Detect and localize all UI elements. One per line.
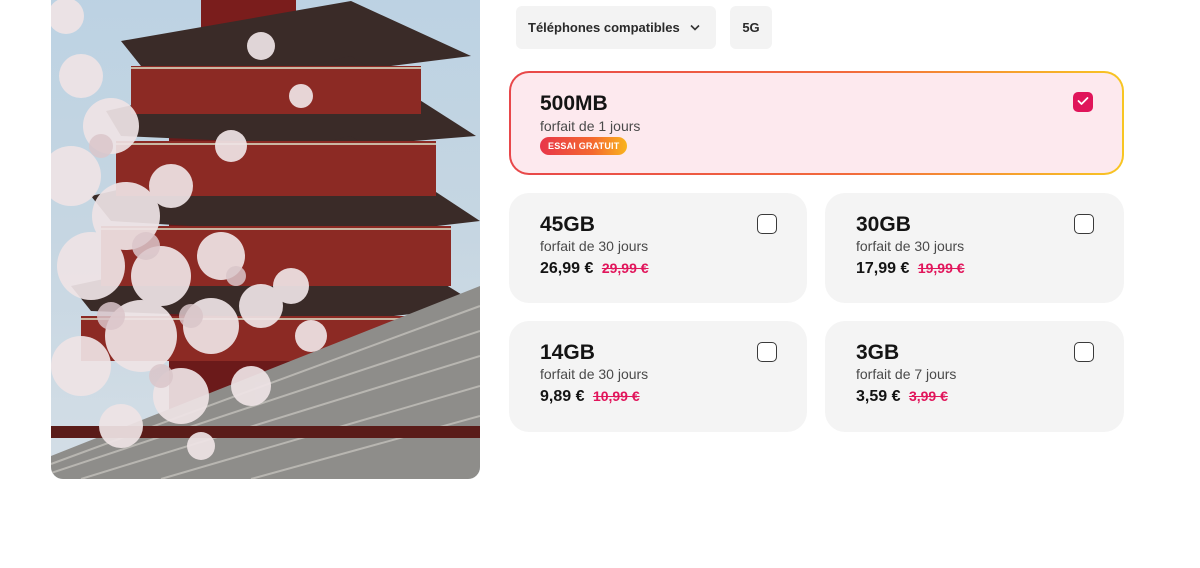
- plan-duration: forfait de 30 jours: [540, 238, 649, 254]
- plan-data-amount: 3GB: [856, 341, 900, 364]
- plan-checkbox-3gb[interactable]: [1074, 342, 1094, 362]
- plan-duration: forfait de 30 jours: [856, 238, 965, 254]
- free-trial-badge: ESSAI GRATUIT: [540, 137, 628, 155]
- checkmark-icon: [1077, 93, 1089, 111]
- plan-card-3gb[interactable]: 3GB forfait de 7 jours 3,59 € 3,99 €: [825, 321, 1124, 432]
- plan-old-price: 19,99 €: [917, 260, 965, 276]
- network-5g-chip[interactable]: 5G: [730, 6, 772, 49]
- destination-photo: [51, 0, 480, 479]
- plan-current-price: 3,59 €: [856, 388, 901, 405]
- plan-data-amount: 14GB: [540, 341, 595, 364]
- plan-old-price: 10,99 €: [592, 388, 640, 404]
- plans-page: Téléphones compatibles 5G 500MB forfait …: [0, 0, 1200, 568]
- plan-current-price: 9,89 €: [540, 388, 585, 405]
- plan-card-30gb[interactable]: 30GB forfait de 30 jours 17,99 € 19,99 €: [825, 193, 1124, 303]
- compatible-phones-dropdown[interactable]: Téléphones compatibles: [516, 6, 716, 49]
- plan-data-amount: 500MB: [540, 92, 608, 115]
- plan-price: 17,99 € 19,99 €: [856, 260, 965, 278]
- plan-current-price: 17,99 €: [856, 260, 910, 277]
- chevron-down-icon: [690, 22, 700, 34]
- plan-duration: forfait de 1 jours: [540, 118, 641, 134]
- plan-price: 26,99 € 29,99 €: [540, 260, 649, 278]
- plan-checkbox-500mb[interactable]: [1073, 92, 1093, 112]
- plan-checkbox-30gb[interactable]: [1074, 214, 1094, 234]
- plan-data-amount: 30GB: [856, 213, 911, 236]
- plan-checkbox-14gb[interactable]: [757, 342, 777, 362]
- compatible-phones-label: Téléphones compatibles: [528, 20, 680, 35]
- plan-card-500mb[interactable]: 500MB forfait de 1 jours ESSAI GRATUIT: [509, 71, 1124, 175]
- plan-price: 3,59 € 3,99 €: [856, 388, 948, 406]
- plan-duration: forfait de 7 jours: [856, 366, 957, 382]
- plan-old-price: 29,99 €: [601, 260, 649, 276]
- plan-current-price: 26,99 €: [540, 260, 594, 277]
- plan-card-45gb[interactable]: 45GB forfait de 30 jours 26,99 € 29,99 €: [509, 193, 807, 303]
- network-5g-label: 5G: [742, 20, 760, 35]
- plan-price: 9,89 € 10,99 €: [540, 388, 640, 406]
- plan-old-price: 3,99 €: [908, 388, 948, 404]
- plan-checkbox-45gb[interactable]: [757, 214, 777, 234]
- plan-data-amount: 45GB: [540, 213, 595, 236]
- plan-duration: forfait de 30 jours: [540, 366, 649, 382]
- plan-card-14gb[interactable]: 14GB forfait de 30 jours 9,89 € 10,99 €: [509, 321, 807, 432]
